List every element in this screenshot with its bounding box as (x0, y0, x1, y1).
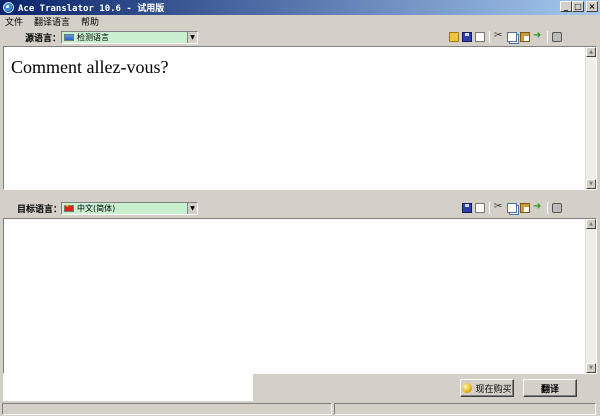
target-language-label: 目标语言： (17, 204, 63, 215)
copy-icon[interactable] (507, 32, 517, 42)
chevron-down-icon[interactable]: ▼ (187, 202, 197, 214)
menu-file[interactable]: 文件 (5, 15, 23, 28)
target-text-area[interactable]: ▲ ▼ (3, 218, 597, 374)
print-icon[interactable] (552, 203, 562, 213)
target-tool-icons (462, 201, 562, 214)
source-language-label: 源语言： (25, 33, 62, 44)
source-scrollbar[interactable]: ▲ ▼ (585, 47, 596, 189)
save-icon[interactable] (462, 203, 472, 213)
translate-label: 翻译 (540, 384, 559, 395)
toolbar-separator (547, 31, 548, 43)
status-bar (0, 403, 600, 416)
menu-help[interactable]: 帮助 (81, 15, 99, 28)
target-scrollbar[interactable]: ▲ ▼ (585, 219, 596, 373)
folder-open-icon[interactable] (449, 32, 459, 42)
coin-icon (462, 383, 473, 393)
maximize-button[interactable]: □ (572, 1, 584, 12)
target-language-select[interactable]: 中文(简体) ▼ (61, 201, 198, 215)
scroll-up-icon[interactable]: ▲ (586, 47, 596, 57)
scroll-down-icon[interactable]: ▼ (586, 179, 596, 189)
menu-translate-language[interactable]: 翻译语言 (34, 15, 70, 28)
status-cell-secondary (334, 403, 596, 415)
new-document-icon[interactable] (475, 203, 485, 213)
cut-icon[interactable] (494, 201, 504, 213)
scroll-up-icon[interactable]: ▲ (586, 219, 596, 229)
copy-icon[interactable] (507, 203, 517, 213)
toolbar-separator (547, 202, 548, 214)
toolbar-separator (489, 202, 490, 214)
swap-icon[interactable] (533, 201, 543, 213)
source-text-area[interactable]: Comment allez-vous? ▲ ▼ (3, 46, 597, 190)
minimize-button[interactable]: _ (560, 1, 572, 12)
buy-now-label: 现在购买 (475, 384, 512, 395)
status-cell-main (2, 403, 332, 415)
bottom-panel (3, 374, 253, 401)
source-language-value: 检测语言 (77, 32, 109, 42)
target-toolbar: 目标语言： 中文(简体) ▼ (0, 199, 600, 217)
cut-icon[interactable] (494, 30, 504, 42)
window-title: Ace Translator 10.6 - 试用版 (18, 4, 165, 14)
menu-bar: 文件 翻译语言 帮助 (0, 15, 600, 28)
source-toolbar: 源语言： 检测语言 ▼ (0, 28, 600, 46)
new-document-icon[interactable] (475, 32, 485, 42)
translate-button[interactable]: 翻译 (523, 379, 577, 397)
close-button[interactable]: × (586, 1, 598, 12)
app-icon (3, 2, 14, 13)
paste-icon[interactable] (520, 203, 530, 213)
china-flag-icon (64, 203, 74, 212)
swap-icon[interactable] (533, 30, 543, 42)
source-tool-icons (449, 30, 562, 43)
buy-now-button[interactable]: 现在购买 (460, 379, 514, 397)
toolbar-separator (489, 31, 490, 43)
source-text[interactable]: Comment allez-vous? (11, 57, 168, 78)
paste-icon[interactable] (520, 32, 530, 42)
window-controls: _ □ × (560, 1, 598, 12)
detect-language-icon (64, 33, 74, 41)
scroll-down-icon[interactable]: ▼ (586, 363, 596, 373)
print-icon[interactable] (552, 32, 562, 42)
source-language-select[interactable]: 检测语言 ▼ (61, 30, 198, 44)
save-icon[interactable] (462, 32, 472, 42)
chevron-down-icon[interactable]: ▼ (187, 31, 197, 43)
target-language-value: 中文(简体) (77, 203, 116, 213)
title-bar: Ace Translator 10.6 - 试用版 _ □ × (0, 0, 600, 15)
